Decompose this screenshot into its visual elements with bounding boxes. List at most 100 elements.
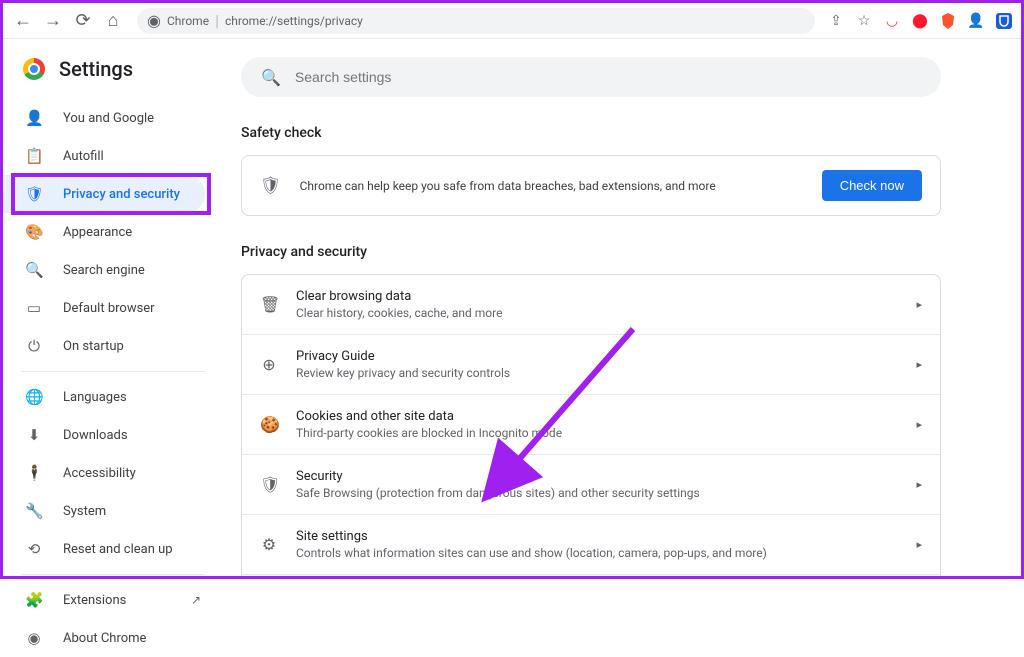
browser-icon: ▭ bbox=[25, 299, 43, 317]
sidebar-item-search-engine[interactable]: 🔍 Search engine bbox=[3, 251, 205, 289]
security-row[interactable]: 🛡 Security Safe Browsing (protection fro… bbox=[242, 454, 940, 514]
settings-search[interactable]: 🔍 bbox=[241, 57, 941, 97]
brave-icon[interactable] bbox=[939, 12, 957, 30]
user-icon[interactable]: 👤 bbox=[967, 12, 985, 30]
shield-icon: 🛡 bbox=[260, 176, 282, 196]
chevron-right-icon: ▸ bbox=[916, 358, 922, 371]
chrome-icon: ◉ bbox=[25, 629, 43, 647]
accessibility-icon: 🕴 bbox=[25, 464, 43, 482]
sidebar-item-languages[interactable]: 🌐 Languages bbox=[3, 378, 205, 416]
privacy-guide-row[interactable]: ⊕ Privacy Guide Review key privacy and s… bbox=[242, 334, 940, 394]
sidebar-item-system[interactable]: 🔧 System bbox=[3, 492, 205, 530]
clipboard-icon: 📋 bbox=[25, 147, 43, 165]
row-title: Security bbox=[296, 469, 898, 484]
privacy-sandbox-row[interactable]: ⚗ Privacy Sandbox Trial features are on … bbox=[242, 574, 940, 576]
sidebar-item-on-startup[interactable]: ⏻ On startup bbox=[3, 327, 205, 365]
sidebar-item-label: Privacy and security bbox=[63, 187, 180, 202]
chevron-right-icon: ▸ bbox=[916, 538, 922, 551]
shield-icon: 🛡 bbox=[260, 475, 278, 494]
search-icon: 🔍 bbox=[261, 68, 281, 87]
opera-icon[interactable]: ⬤ bbox=[911, 12, 929, 30]
person-icon: 👤 bbox=[25, 109, 43, 127]
pocket-icon[interactable]: ◡ bbox=[883, 12, 901, 30]
palette-icon: 🎨 bbox=[25, 223, 43, 241]
cookie-icon: 🍪 bbox=[260, 415, 278, 434]
row-title: Clear browsing data bbox=[296, 289, 898, 304]
extension-area: ⇪ ☆ ◡ ⬤ 👤 bbox=[827, 12, 1013, 30]
sidebar-item-accessibility[interactable]: 🕴 Accessibility bbox=[3, 454, 205, 492]
shield-icon: 🛡 bbox=[25, 185, 43, 203]
sidebar-item-appearance[interactable]: 🎨 Appearance bbox=[3, 213, 205, 251]
privacy-section-title: Privacy and security bbox=[241, 244, 941, 260]
row-subtitle: Third-party cookies are blocked in Incog… bbox=[296, 426, 898, 440]
trash-icon: 🗑 bbox=[260, 295, 278, 314]
external-link-icon: ↗ bbox=[191, 593, 201, 607]
chrome-logo-icon bbox=[23, 58, 45, 80]
sidebar-item-about-chrome[interactable]: ◉ About Chrome bbox=[3, 619, 205, 657]
sidebar-divider bbox=[21, 371, 205, 372]
target-icon: ⊕ bbox=[260, 355, 278, 374]
power-icon: ⏻ bbox=[25, 337, 43, 355]
sidebar-item-default-browser[interactable]: ▭ Default browser bbox=[3, 289, 205, 327]
url-text: chrome://settings/privacy bbox=[225, 14, 363, 28]
site-settings-row[interactable]: ⚙ Site settings Controls what informatio… bbox=[242, 514, 940, 574]
row-title: Cookies and other site data bbox=[296, 409, 898, 424]
sidebar: Settings 👤 You and Google 📋 Autofill 🛡 P… bbox=[3, 39, 223, 576]
safety-check-title: Safety check bbox=[241, 125, 941, 141]
sidebar-item-extensions[interactable]: 🧩 Extensions ↗ bbox=[3, 581, 205, 619]
wrench-icon: 🔧 bbox=[25, 502, 43, 520]
check-now-button[interactable]: Check now bbox=[822, 170, 922, 201]
sidebar-item-downloads[interactable]: ⬇ Downloads bbox=[3, 416, 205, 454]
share-icon[interactable]: ⇪ bbox=[827, 12, 845, 30]
clear-browsing-data-row[interactable]: 🗑 Clear browsing data Clear history, coo… bbox=[242, 275, 940, 334]
browser-toolbar: ← → ⟳ ⌂ ◉ Chrome | chrome://settings/pri… bbox=[3, 3, 1021, 39]
sliders-icon: ⚙ bbox=[260, 535, 278, 554]
sidebar-item-label: On startup bbox=[63, 339, 124, 354]
sidebar-item-label: System bbox=[63, 504, 106, 519]
star-icon[interactable]: ☆ bbox=[855, 12, 873, 30]
sidebar-item-label: Autofill bbox=[63, 149, 104, 164]
chevron-right-icon: ▸ bbox=[916, 478, 922, 491]
sidebar-item-label: Search engine bbox=[63, 263, 145, 278]
sidebar-item-label: Accessibility bbox=[63, 466, 136, 481]
sidebar-divider bbox=[21, 574, 205, 575]
chevron-right-icon: ▸ bbox=[916, 298, 922, 311]
sidebar-item-label: Languages bbox=[63, 390, 127, 405]
main-panel: 🔍 Safety check 🛡 Chrome can help keep yo… bbox=[223, 39, 1021, 576]
sidebar-item-label: Reset and clean up bbox=[63, 542, 173, 557]
sidebar-item-you-and-google[interactable]: 👤 You and Google bbox=[3, 99, 205, 137]
bitwarden-icon[interactable] bbox=[995, 12, 1013, 30]
privacy-card: 🗑 Clear browsing data Clear history, coo… bbox=[241, 274, 941, 576]
search-input[interactable] bbox=[295, 69, 921, 85]
sidebar-item-label: Extensions bbox=[63, 593, 126, 608]
sidebar-item-label: About Chrome bbox=[63, 631, 146, 646]
reload-button[interactable]: ⟳ bbox=[71, 9, 95, 33]
back-button[interactable]: ← bbox=[11, 9, 35, 33]
sidebar-item-reset[interactable]: ⟲ Reset and clean up bbox=[3, 530, 205, 568]
address-bar[interactable]: ◉ Chrome | chrome://settings/privacy bbox=[137, 8, 815, 34]
row-subtitle: Clear history, cookies, cache, and more bbox=[296, 306, 898, 320]
row-subtitle: Review key privacy and security controls bbox=[296, 366, 898, 380]
row-subtitle: Safe Browsing (protection from dangerous… bbox=[296, 486, 898, 500]
home-button[interactable]: ⌂ bbox=[101, 9, 125, 33]
extension-icon: 🧩 bbox=[25, 591, 43, 609]
chevron-right-icon: ▸ bbox=[916, 418, 922, 431]
sidebar-item-label: Default browser bbox=[63, 301, 155, 316]
sidebar-item-privacy-security[interactable]: 🛡 Privacy and security bbox=[3, 175, 205, 213]
row-title: Site settings bbox=[296, 529, 898, 544]
sidebar-item-label: Downloads bbox=[63, 428, 128, 443]
sidebar-item-autofill[interactable]: 📋 Autofill bbox=[3, 137, 205, 175]
download-icon: ⬇ bbox=[25, 426, 43, 444]
forward-button[interactable]: → bbox=[41, 9, 65, 33]
sidebar-item-label: You and Google bbox=[63, 111, 154, 126]
row-subtitle: Controls what information sites can use … bbox=[296, 546, 898, 560]
search-icon: 🔍 bbox=[25, 261, 43, 279]
sidebar-item-label: Appearance bbox=[63, 225, 132, 240]
globe-icon: 🌐 bbox=[25, 388, 43, 406]
cookies-row[interactable]: 🍪 Cookies and other site data Third-part… bbox=[242, 394, 940, 454]
page-title: Settings bbox=[59, 57, 133, 81]
row-title: Privacy Guide bbox=[296, 349, 898, 364]
safety-check-text: Chrome can help keep you safe from data … bbox=[300, 179, 804, 193]
reset-icon: ⟲ bbox=[25, 540, 43, 558]
safety-check-card: 🛡 Chrome can help keep you safe from dat… bbox=[241, 155, 941, 216]
